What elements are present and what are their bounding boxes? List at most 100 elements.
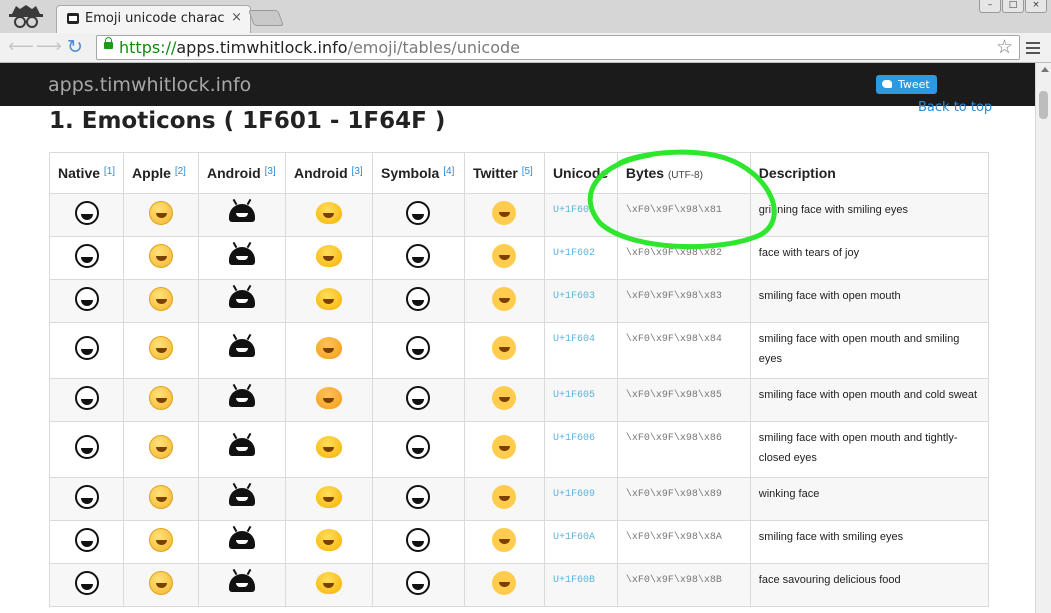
unicode-code-link[interactable]: U+1F601	[543, 193, 618, 237]
description-cell: smiling face with open mouth and cold sw…	[749, 378, 990, 422]
native-emoji-icon	[74, 286, 99, 311]
lock-icon	[104, 37, 113, 49]
tab-close-button[interactable]: ×	[231, 11, 242, 25]
apple-emoji-icon	[149, 385, 174, 410]
utf8-bytes-cell: \xF0\x9F\x98\x82	[616, 236, 751, 280]
new-tab-button[interactable]	[248, 10, 284, 26]
footnote-link[interactable]: [5]	[522, 166, 533, 177]
table-row: U+1F60B \xF0\x9F\x98\x8B face savouring de…	[48, 563, 990, 607]
tab-strip: Emoji unicode charac × – □ ×	[0, 0, 1051, 33]
utf8-bytes-cell: \xF0\x9F\x98\x89	[616, 477, 751, 521]
table-row: U+1F604 \xF0\x9F\x98\x84 smiling face with…	[48, 322, 990, 379]
page-scrollbar[interactable]	[1035, 63, 1051, 613]
utf8-bytes-cell: \xF0\x9F\x98\x8A	[616, 520, 751, 564]
twitter-emoji-icon	[492, 570, 517, 595]
apple-emoji-icon	[149, 527, 174, 552]
forward-arrow-icon[interactable]: ⟶	[36, 37, 62, 57]
column-header-hint: (UTF-8)	[667, 170, 703, 181]
native-cell	[48, 236, 125, 280]
android-blob-emoji-icon	[315, 287, 342, 310]
twitter-cell	[463, 193, 545, 237]
native-emoji-icon	[74, 243, 99, 268]
goo-cell	[285, 322, 373, 379]
description-text: face savouring delicious food	[758, 574, 901, 586]
apple-emoji-icon	[149, 286, 174, 311]
apple-cell	[123, 421, 200, 478]
maximize-button[interactable]: □	[1002, 0, 1024, 13]
site-brand[interactable]: apps.timwhitlock.info	[48, 74, 251, 96]
native-cell	[48, 421, 125, 478]
column-header-label: Symbola	[380, 165, 440, 181]
description-text: smiling face with open mouth	[758, 290, 901, 302]
table-row: U+1F602 \xF0\x9F\x98\x82 face with tears o…	[48, 236, 990, 280]
unicode-code-link[interactable]: U+1F609	[543, 477, 618, 521]
unicode-code-link[interactable]: U+1F606	[543, 421, 618, 478]
column-header-label: Apple	[132, 165, 171, 181]
unicode-code-link[interactable]: U+1F604	[543, 322, 618, 379]
unicode-code-link[interactable]: U+1F60B	[543, 563, 618, 607]
twitter-emoji-icon	[492, 435, 517, 459]
back-arrow-icon[interactable]: ⟵	[8, 37, 34, 57]
unicode-code-link[interactable]: U+1F602	[543, 236, 618, 280]
twitter-cell	[463, 322, 545, 379]
description-cell: face with tears of joy	[749, 236, 990, 280]
minimize-button[interactable]: –	[979, 0, 1001, 13]
apple-cell	[123, 477, 200, 521]
android-blob-emoji-icon	[315, 528, 342, 551]
footnote-link[interactable]: [3]	[265, 166, 276, 177]
twitter-cell	[463, 563, 545, 607]
description-text: grinning face with smiling eyes	[758, 204, 908, 216]
description-cell: smiling face with open mouth	[749, 279, 990, 323]
bookmark-star-icon[interactable]: ☆	[996, 36, 1013, 58]
column-header-label: Android	[294, 165, 348, 181]
symbola-cell	[371, 279, 465, 323]
twitter-cell	[463, 236, 545, 280]
browser-menu-icon[interactable]	[1026, 39, 1040, 57]
column-header: Twitter [5]	[463, 152, 545, 194]
tab-title: Emoji unicode charac	[85, 11, 225, 26]
tweet-button[interactable]: Tweet	[876, 75, 937, 94]
footnote-link[interactable]: [3]	[352, 166, 363, 177]
unicode-code-link[interactable]: U+1F60A	[543, 520, 618, 564]
unicode-code-link[interactable]: U+1F603	[543, 279, 618, 323]
footnote-link[interactable]: [4]	[443, 166, 454, 177]
apple-cell	[123, 378, 200, 422]
twitter-cell	[463, 421, 545, 478]
native-cell	[48, 193, 125, 237]
scroll-up-arrow-icon[interactable]	[1041, 67, 1049, 72]
description-text: smiling face with open mouth and cold sw…	[758, 389, 978, 401]
android-blob-emoji-icon	[315, 201, 342, 224]
column-header: Description	[749, 152, 990, 194]
utf8-bytes-cell: \xF0\x9F\x98\x84	[616, 322, 751, 379]
back-to-top-link[interactable]: Back to top	[918, 100, 992, 115]
column-header-label: Description	[758, 165, 836, 181]
reload-icon[interactable]: ↻	[65, 37, 85, 57]
symbola-cell	[371, 322, 465, 379]
browser-tab[interactable]: Emoji unicode charac ×	[56, 5, 251, 33]
twitter-emoji-icon	[492, 243, 517, 268]
unicode-code-link[interactable]: U+1F605	[543, 378, 618, 422]
address-bar[interactable]: https://apps.timwhitlock.info/emoji/tabl…	[96, 35, 1020, 60]
utf8-bytes-cell: \xF0\x9F\x98\x8B	[616, 563, 751, 607]
android-robot-emoji-icon	[229, 339, 255, 357]
url-text[interactable]: https://apps.timwhitlock.info/emoji/tabl…	[119, 38, 520, 57]
column-header-label: Unicode	[552, 165, 609, 181]
native-emoji-icon	[74, 200, 99, 225]
droid-cell	[198, 520, 286, 564]
column-header: Android [3]	[198, 152, 286, 194]
symbola-emoji-icon	[406, 286, 431, 311]
symbola-cell	[371, 421, 465, 478]
android-robot-emoji-icon	[229, 289, 255, 308]
description-cell: winking face	[749, 477, 990, 521]
twitter-emoji-icon	[492, 385, 517, 410]
footnote-link[interactable]: [2]	[175, 166, 186, 177]
page-viewport: apps.timwhitlock.info Tweet Back to top …	[0, 63, 1035, 613]
footnote-link[interactable]: [1]	[104, 166, 115, 177]
goo-cell	[285, 477, 373, 521]
close-window-button[interactable]: ×	[1025, 0, 1047, 13]
goo-cell	[285, 193, 373, 237]
scroll-thumb[interactable]	[1039, 91, 1048, 119]
emoji-table: Native [1] Apple [2] Android [3] Android [3…	[48, 152, 990, 607]
symbola-emoji-icon	[406, 435, 431, 459]
android-blob-emoji-icon	[315, 571, 342, 594]
